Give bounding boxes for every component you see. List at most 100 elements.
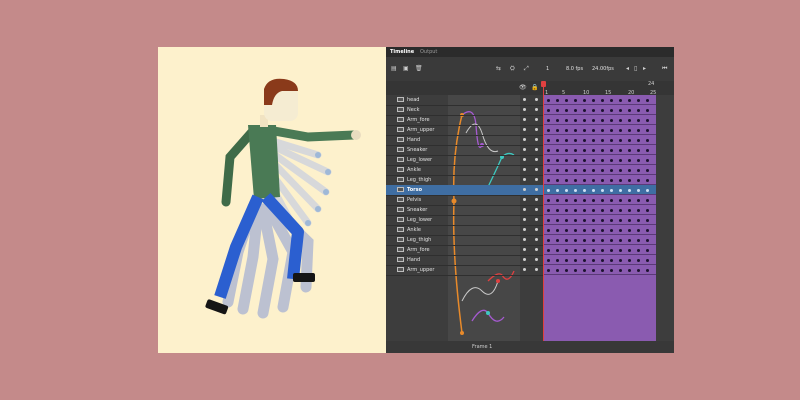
keyframe[interactable]: [583, 199, 586, 202]
keyframe[interactable]: [610, 269, 613, 272]
lock-icon[interactable]: 🔒: [531, 84, 538, 91]
keyframe[interactable]: [565, 129, 568, 132]
lock-dot[interactable]: [535, 198, 538, 201]
keyframe[interactable]: [547, 119, 550, 122]
frame-row[interactable]: [543, 245, 656, 255]
keyframe[interactable]: [610, 109, 613, 112]
keyframe[interactable]: [637, 209, 640, 212]
visibility-dot[interactable]: [523, 128, 526, 131]
keyframe[interactable]: [547, 209, 550, 212]
keyframe[interactable]: [565, 119, 568, 122]
keyframe[interactable]: [583, 259, 586, 262]
keyframe[interactable]: [592, 139, 595, 142]
keyframe[interactable]: [628, 169, 631, 172]
keyframe[interactable]: [592, 199, 595, 202]
keyframe[interactable]: [646, 249, 649, 252]
keyframe[interactable]: [628, 99, 631, 102]
lock-dot[interactable]: [535, 238, 538, 241]
visibility-dot[interactable]: [523, 108, 526, 111]
keyframe[interactable]: [619, 269, 622, 272]
keyframe[interactable]: [547, 239, 550, 242]
keyframe[interactable]: [556, 149, 559, 152]
playhead[interactable]: [543, 81, 544, 353]
visibility-dot[interactable]: [523, 98, 526, 101]
keyframe[interactable]: [646, 269, 649, 272]
visibility-dot[interactable]: [523, 158, 526, 161]
keyframe[interactable]: [610, 209, 613, 212]
frame-row[interactable]: [543, 125, 656, 135]
keyframe[interactable]: [619, 139, 622, 142]
frame-row[interactable]: [543, 115, 656, 125]
keyframe[interactable]: [574, 99, 577, 102]
visibility-dot[interactable]: [523, 248, 526, 251]
keyframe[interactable]: [574, 239, 577, 242]
lock-dot[interactable]: [535, 248, 538, 251]
keyframe[interactable]: [619, 189, 622, 192]
keyframe[interactable]: [601, 119, 604, 122]
frame-row[interactable]: [543, 155, 656, 165]
new-folder-icon[interactable]: ▣: [403, 65, 409, 72]
visibility-dot[interactable]: [523, 208, 526, 211]
keyframe[interactable]: [628, 229, 631, 232]
visibility-dot[interactable]: [523, 188, 526, 191]
keyframe[interactable]: [637, 229, 640, 232]
keyframe[interactable]: [610, 239, 613, 242]
keyframe[interactable]: [583, 159, 586, 162]
keyframe[interactable]: [601, 169, 604, 172]
keyframe[interactable]: [547, 139, 550, 142]
lock-dot[interactable]: [535, 188, 538, 191]
keyframe[interactable]: [646, 199, 649, 202]
keyframe[interactable]: [637, 239, 640, 242]
keyframe[interactable]: [646, 179, 649, 182]
keyframe[interactable]: [592, 249, 595, 252]
visibility-dot[interactable]: [523, 178, 526, 181]
keyframe[interactable]: [592, 239, 595, 242]
keyframe[interactable]: [547, 109, 550, 112]
keyframe[interactable]: [601, 239, 604, 242]
keyframe[interactable]: [610, 259, 613, 262]
keyframe[interactable]: [610, 129, 613, 132]
keyframe[interactable]: [628, 259, 631, 262]
keyframe[interactable]: [637, 169, 640, 172]
keyframe[interactable]: [592, 129, 595, 132]
keyframe[interactable]: [583, 209, 586, 212]
keyframe[interactable]: [547, 259, 550, 262]
frame-row[interactable]: [543, 195, 656, 205]
camera-icon[interactable]: ⛭: [510, 65, 515, 73]
keyframe[interactable]: [619, 159, 622, 162]
keyframe[interactable]: [583, 99, 586, 102]
keyframe[interactable]: [556, 159, 559, 162]
keyframe[interactable]: [637, 199, 640, 202]
keyframe[interactable]: [601, 229, 604, 232]
keyframe[interactable]: [565, 259, 568, 262]
keyframe[interactable]: [646, 149, 649, 152]
keyframe[interactable]: [574, 209, 577, 212]
frame-row[interactable]: [543, 175, 656, 185]
go-to-end-icon[interactable]: ⏮: [662, 65, 667, 73]
keyframe[interactable]: [601, 99, 604, 102]
keyframe[interactable]: [646, 119, 649, 122]
lock-dot[interactable]: [535, 128, 538, 131]
stage-canvas[interactable]: [158, 47, 386, 353]
keyframe[interactable]: [583, 229, 586, 232]
keyframe[interactable]: [565, 179, 568, 182]
keyframe[interactable]: [610, 99, 613, 102]
keyframe[interactable]: [646, 229, 649, 232]
keyframe[interactable]: [610, 149, 613, 152]
visibility-dot[interactable]: [523, 218, 526, 221]
keyframe[interactable]: [556, 109, 559, 112]
keyframe[interactable]: [619, 149, 622, 152]
keyframe[interactable]: [646, 139, 649, 142]
keyframe[interactable]: [637, 219, 640, 222]
keyframe[interactable]: [565, 139, 568, 142]
keyframe[interactable]: [565, 189, 568, 192]
frame-row[interactable]: [543, 255, 656, 265]
keyframe[interactable]: [619, 249, 622, 252]
keyframe[interactable]: [628, 149, 631, 152]
keyframe[interactable]: [547, 269, 550, 272]
visibility-dot[interactable]: [523, 148, 526, 151]
keyframe[interactable]: [610, 169, 613, 172]
tab-output[interactable]: Output: [420, 49, 437, 55]
keyframe[interactable]: [574, 259, 577, 262]
keyframe[interactable]: [637, 129, 640, 132]
